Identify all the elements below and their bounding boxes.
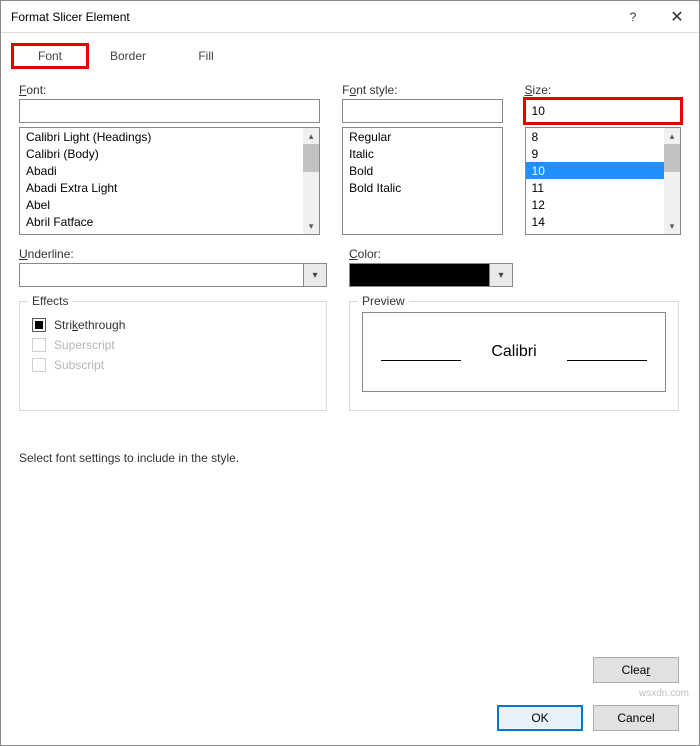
scrollbar[interactable]: ▴ ▾ xyxy=(664,128,680,234)
list-item[interactable]: 14 xyxy=(526,213,664,230)
list-item[interactable]: 10 xyxy=(526,162,664,179)
list-item[interactable]: 9 xyxy=(526,145,664,162)
scroll-down-icon[interactable]: ▾ xyxy=(664,218,680,234)
tab-font[interactable]: Font xyxy=(11,43,89,69)
checkbox-icon xyxy=(32,318,46,332)
dialog-title: Format Slicer Element xyxy=(11,10,611,24)
size-input[interactable] xyxy=(525,99,681,123)
list-item[interactable]: Italic xyxy=(343,145,485,162)
format-slicer-dialog: Format Slicer Element ? ✕ Font Border Fi… xyxy=(0,0,700,746)
chevron-down-icon[interactable]: ▾ xyxy=(303,263,327,287)
scroll-track[interactable] xyxy=(303,172,319,218)
list-item[interactable]: Calibri (Body) xyxy=(20,145,303,162)
color-label: Color: xyxy=(349,247,513,261)
tab-fill[interactable]: Fill xyxy=(167,43,245,69)
preview-text: Calibri xyxy=(475,343,552,361)
scroll-track[interactable] xyxy=(664,172,680,218)
size-listbox[interactable]: 8 9 10 11 12 14 ▴ ▾ xyxy=(525,127,681,235)
font-label: Font: xyxy=(19,83,320,97)
list-item[interactable]: Regular xyxy=(343,128,485,145)
help-button[interactable]: ? xyxy=(611,1,655,33)
subscript-label: Subscript xyxy=(54,358,104,372)
scrollbar[interactable]: ▴ ▾ xyxy=(303,128,319,234)
list-item[interactable]: Abril Fatface xyxy=(20,213,303,230)
subscript-checkbox: Subscript xyxy=(32,358,314,372)
fontstyle-listbox[interactable]: Regular Italic Bold Bold Italic xyxy=(342,127,502,235)
clear-button[interactable]: Clear xyxy=(593,657,679,683)
scroll-thumb[interactable] xyxy=(303,144,319,172)
tab-strip: Font Border Fill xyxy=(1,33,699,69)
scroll-thumb[interactable] xyxy=(664,144,680,172)
list-item[interactable]: Bold Italic xyxy=(343,179,485,196)
font-input[interactable] xyxy=(19,99,320,123)
close-button[interactable]: ✕ xyxy=(655,1,699,33)
scroll-up-icon[interactable]: ▴ xyxy=(303,128,319,144)
watermark: wsxdn.com xyxy=(639,688,689,699)
list-item[interactable]: Abadi Extra Light xyxy=(20,179,303,196)
superscript-label: Superscript xyxy=(54,338,115,352)
checkbox-icon xyxy=(32,338,46,352)
checkbox-icon xyxy=(32,358,46,372)
underline-combo[interactable]: ▾ xyxy=(19,263,327,287)
superscript-checkbox: Superscript xyxy=(32,338,314,352)
list-item[interactable]: Calibri Light (Headings) xyxy=(20,128,303,145)
preview-area: Calibri xyxy=(362,312,666,392)
underline-label: Underline: xyxy=(19,247,327,261)
effects-legend: Effects xyxy=(28,294,72,308)
strikethrough-checkbox[interactable]: Strikethrough xyxy=(32,318,314,332)
color-swatch xyxy=(349,263,489,287)
ok-button[interactable]: OK xyxy=(497,705,583,731)
list-item[interactable]: 11 xyxy=(526,179,664,196)
hint-text: Select font settings to include in the s… xyxy=(19,451,681,465)
color-combo[interactable]: ▾ xyxy=(349,263,513,287)
titlebar: Format Slicer Element ? ✕ xyxy=(1,1,699,33)
list-item[interactable]: 12 xyxy=(526,196,664,213)
scroll-up-icon[interactable]: ▴ xyxy=(664,128,680,144)
underline-value xyxy=(19,263,303,287)
cancel-button[interactable]: Cancel xyxy=(593,705,679,731)
effects-group: Effects Strikethrough Superscript Subscr… xyxy=(19,301,327,411)
size-label: Size: xyxy=(525,83,681,97)
chevron-down-icon[interactable]: ▾ xyxy=(489,263,513,287)
tab-border[interactable]: Border xyxy=(89,43,167,69)
tab-panel-font: Font: Calibri Light (Headings) Calibri (… xyxy=(1,69,699,465)
fontstyle-label: Font style: xyxy=(342,83,502,97)
font-listbox[interactable]: Calibri Light (Headings) Calibri (Body) … xyxy=(19,127,320,235)
list-item[interactable]: Bold xyxy=(343,162,485,179)
list-item[interactable]: Abadi xyxy=(20,162,303,179)
scroll-down-icon[interactable]: ▾ xyxy=(303,218,319,234)
preview-legend: Preview xyxy=(358,294,409,308)
strikethrough-label: Strikethrough xyxy=(54,318,125,332)
list-item[interactable]: 8 xyxy=(526,128,664,145)
list-item[interactable]: Abel xyxy=(20,196,303,213)
preview-group: Preview Calibri xyxy=(349,301,679,411)
fontstyle-input[interactable] xyxy=(342,99,502,123)
